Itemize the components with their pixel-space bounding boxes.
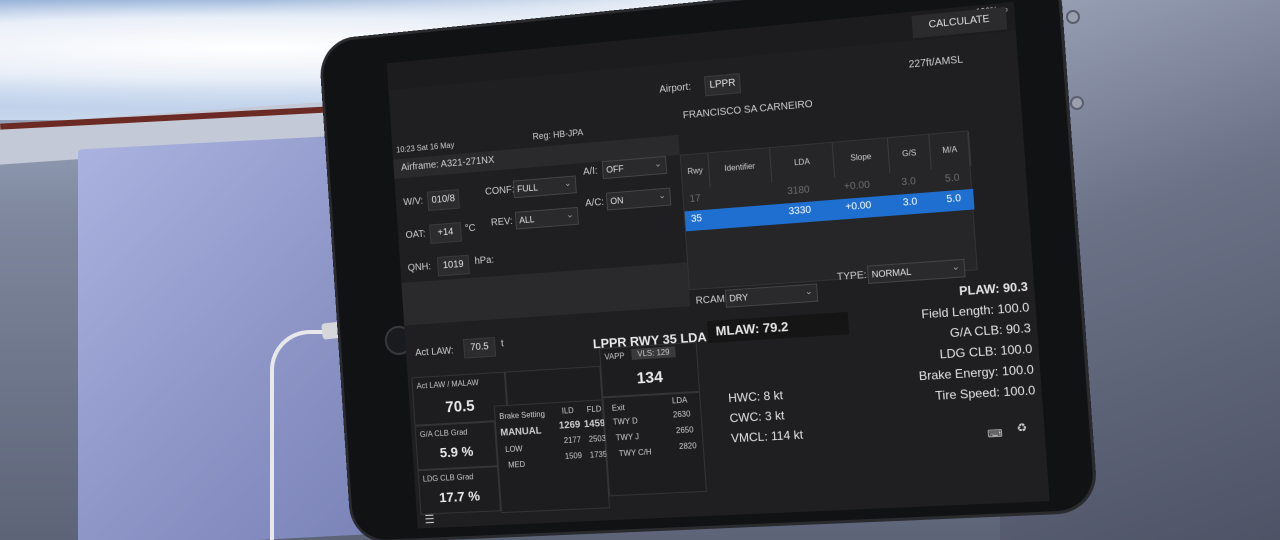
tablet: ⌔ 100% ▭ CALCULATE Airport: LPPR 227ft/A… (321, 0, 1097, 540)
qnh-label: QNH: (407, 261, 432, 274)
conf-label: CONF: (484, 184, 515, 198)
fld-header: FLD (586, 404, 602, 415)
vapp-label: VAPP (604, 351, 625, 362)
act-law-malaw-value: 70.5 (444, 398, 476, 417)
ac-select[interactable]: ON (605, 187, 672, 211)
act-law-malaw-cell: Act LAW / MALAW 70.5 (411, 371, 509, 426)
brake-ild: 2177 (563, 435, 582, 446)
recycle-icon[interactable]: ♻ (1016, 421, 1027, 435)
screw-icon (1066, 10, 1080, 24)
rev-label: REV: (490, 216, 513, 229)
brake-ild: 1269 (558, 419, 581, 432)
airport-input[interactable]: LPPR (703, 73, 742, 97)
brake-name: MANUAL (500, 425, 542, 439)
vapp-cell: VAPP VLS: 129 134 (599, 341, 700, 398)
vmcl: VMCL: 114 kt (730, 427, 804, 446)
brake-table: Brake Setting ILD FLD MANUAL 1269 1459 L… (493, 399, 610, 514)
ldg-clb-grad-cell: LDG CLB Grad 17.7 % (417, 466, 501, 515)
ild-header: ILD (561, 406, 575, 416)
exit-table: Exit LDA TWY D 2630 TWY J 2650 TWY C/H 2… (602, 391, 707, 497)
brake-fld: 2503 (588, 433, 607, 444)
oat-unit: °C (464, 222, 476, 235)
airport-label: Airport: (659, 81, 692, 96)
rcam-select[interactable]: DRY (724, 283, 819, 308)
exit-lda: 2820 (678, 441, 697, 452)
ga-clb-grad-cell: G/A CLB Grad 5.9 % (414, 421, 498, 471)
vapp-value: 134 (636, 369, 664, 388)
exit-header: Exit (611, 403, 626, 413)
qnh-unit: hPa: (474, 254, 495, 267)
brake-header: Brake Setting (498, 409, 546, 422)
brake-ild: 1509 (564, 451, 583, 461)
airport-elevation: 227ft/AMSL (908, 54, 964, 71)
exit-lda: 2630 (672, 409, 691, 420)
col-lda: LDA (770, 142, 836, 183)
clock: 10:23 Sat 16 May (395, 140, 455, 155)
gs-cell: 3.0 (902, 196, 918, 209)
wind-components: HWC: 8 kt CWC: 3 kt VMCL: 114 kt (728, 384, 804, 448)
scene: ⌔ 100% ▭ CALCULATE Airport: LPPR 227ft/A… (0, 0, 1280, 540)
oat-label: OAT: (405, 228, 426, 241)
act-law-unit: t (500, 338, 505, 350)
vls-label: VLS: 129 (631, 346, 676, 360)
col-rwy: Rwy (680, 153, 711, 190)
col-gs: G/S (887, 134, 932, 173)
oat-input[interactable]: +14 (429, 222, 463, 244)
gs-cell: 3.0 (901, 175, 917, 189)
exit-lda: 2650 (675, 425, 694, 436)
exit-name: TWY C/H (618, 447, 652, 459)
brake-fld: 1735 (589, 449, 608, 460)
rwy-cell: 17 (689, 193, 702, 205)
ga-clb-grad-value: 5.9 % (439, 443, 474, 461)
ga-clb-grad-label: G/A CLB Grad (419, 427, 468, 440)
ma-cell: 5.0 (946, 192, 962, 206)
rev-select[interactable]: ALL (514, 206, 579, 230)
charging-cable (270, 330, 330, 540)
col-slope: Slope (832, 138, 891, 178)
wv-label: W/V: (403, 195, 424, 209)
col-identifier: Identifier (708, 148, 773, 188)
slope-cell: +0.00 (845, 199, 872, 214)
efb-screen: ⌔ 100% ▭ CALCULATE Airport: LPPR 227ft/A… (386, 1, 1050, 529)
brake-fld: 1459 (583, 418, 606, 431)
col-ma: M/A (929, 131, 972, 170)
slope-cell: +0.00 (843, 179, 871, 193)
exit-name: TWY J (615, 432, 640, 443)
rcam-label: RCAM: (695, 293, 729, 307)
brake-name: MED (507, 459, 526, 470)
registration: Reg: HB-JPA (532, 127, 584, 142)
keyboard-icon[interactable]: ⌨ (987, 428, 1003, 440)
act-law-label: Act LAW: (415, 345, 454, 359)
screw-icon (1070, 96, 1084, 110)
exit-lda-header: LDA (671, 395, 688, 406)
type-label: TYPE: (836, 269, 867, 284)
ldg-clb-grad-label: LDG CLB Grad (422, 472, 474, 484)
airport-name: FRANCISCO SA CARNEIRO (682, 98, 814, 122)
act-law-malaw-label: Act LAW / MALAW (416, 378, 479, 391)
brake-name: LOW (505, 444, 523, 455)
exit-name: TWY D (612, 416, 638, 427)
ma-cell: 5.0 (944, 172, 960, 185)
ldg-clb-grad-value: 17.7 % (438, 487, 481, 506)
menu-icon[interactable]: ☰ (424, 512, 435, 526)
limits-list: PLAW: 90.3 Field Length: 100.0 G/A CLB: … (861, 279, 1037, 412)
conf-select[interactable]: FULL (512, 175, 577, 199)
rwy-cell: 35 (690, 213, 703, 225)
act-law-input[interactable]: 70.5 (462, 337, 497, 359)
qnh-input[interactable]: 1019 (436, 254, 470, 277)
ac-label: A/C: (584, 196, 605, 210)
lda-cell: 3330 (788, 204, 812, 218)
athr-label: A/I: (582, 165, 598, 178)
lda-cell: 3180 (786, 184, 811, 198)
mlaw: MLAW: 79.2 (707, 311, 850, 344)
wv-input[interactable]: 010/8 (426, 189, 460, 212)
